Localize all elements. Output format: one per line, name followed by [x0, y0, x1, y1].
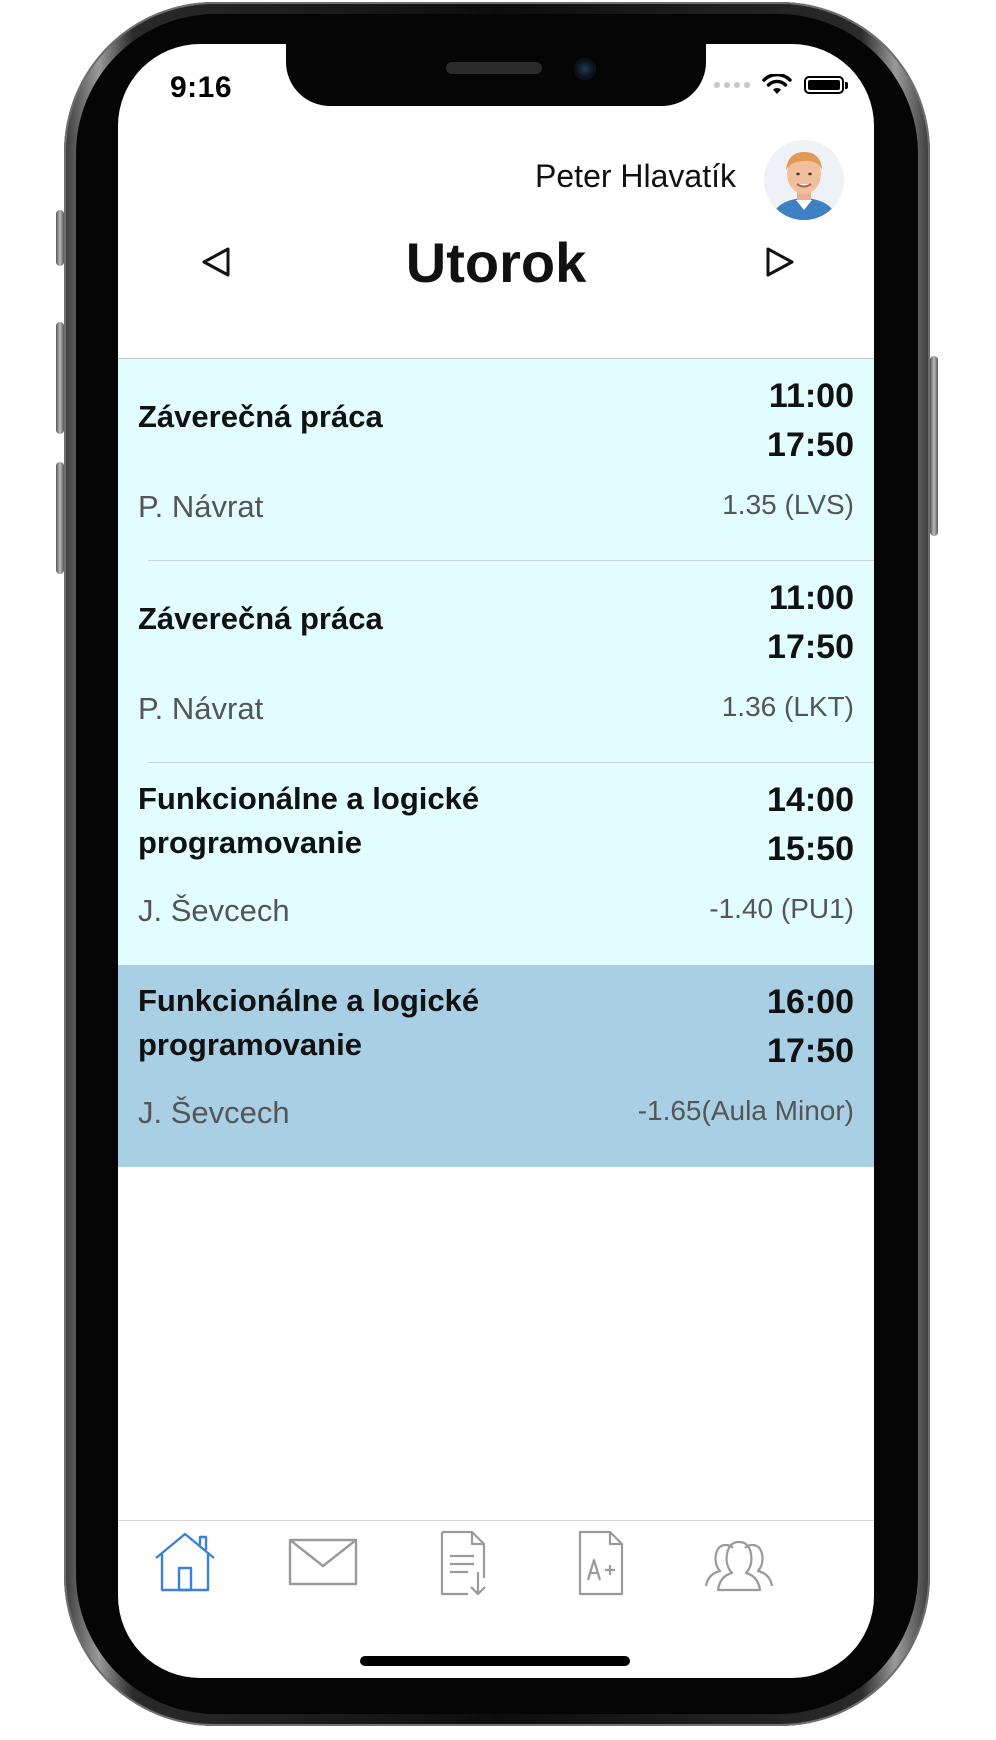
lesson-start-time: 14:00 [767, 781, 854, 819]
tab-people[interactable] [704, 1528, 774, 1598]
lesson-subject: Funkcionálne a logické programovanie [138, 983, 480, 1062]
lesson-row[interactable]: Funkcionálne a logické programovanie 14:… [118, 763, 874, 965]
lesson-room: 1.35 (LVS) [722, 489, 854, 520]
lesson-room: -1.40 (PU1) [709, 893, 854, 924]
front-camera [574, 58, 596, 80]
avatar-image [764, 140, 844, 220]
lesson-row-current[interactable]: Funkcionálne a logické programovanie 16:… [118, 965, 874, 1167]
lesson-row[interactable]: Záverečná práca 11:00 17:50 P. Návrat 1.… [118, 561, 874, 763]
tabbar-divider [118, 1520, 874, 1521]
notch [286, 44, 706, 106]
lesson-end-time: 17:50 [767, 1032, 854, 1070]
next-day-button[interactable] [760, 242, 800, 282]
lesson-end-time: 15:50 [767, 830, 854, 868]
power-button [930, 356, 938, 536]
lesson-subject: Záverečná práca [138, 601, 383, 636]
lesson-subject: Záverečná práca [138, 399, 383, 434]
triangle-right-icon [766, 247, 794, 277]
lesson-room: 1.36 (LKT) [721, 691, 854, 722]
lesson-teacher: J. Ševcech [138, 893, 290, 928]
lesson-start-time: 11:00 [768, 377, 854, 415]
tab-bar [118, 1528, 874, 1608]
tab-grades[interactable] [566, 1528, 636, 1598]
grades-icon [578, 1530, 624, 1596]
lesson-teacher: J. Ševcech [138, 1095, 290, 1130]
document-download-icon [440, 1530, 486, 1596]
mute-switch [56, 210, 64, 266]
lesson-room: -1.65(Aula Minor) [637, 1095, 854, 1126]
lesson-subject: Funkcionálne a logické programovanie [138, 781, 480, 860]
speaker-grille [446, 62, 542, 74]
lesson-end-time: 17:50 [767, 628, 854, 666]
lesson-end-time: 17:50 [767, 426, 854, 464]
avatar[interactable] [764, 140, 844, 220]
app-screen: 9:16 Peter Hlavatík Utorok Záverečná prá… [118, 44, 874, 1678]
volume-up-button [56, 322, 64, 434]
home-indicator[interactable] [360, 1656, 630, 1666]
wifi-icon [762, 74, 792, 94]
lesson-start-time: 16:00 [767, 983, 854, 1021]
lesson-teacher: P. Návrat [138, 691, 264, 726]
status-time: 9:16 [170, 71, 233, 104]
lesson-teacher: P. Návrat [138, 489, 264, 524]
home-icon [155, 1532, 215, 1592]
tab-messages[interactable] [288, 1528, 358, 1598]
status-icons [714, 74, 848, 96]
people-icon [704, 1540, 774, 1592]
tab-documents[interactable] [428, 1528, 498, 1598]
mail-icon [288, 1538, 358, 1586]
tab-home[interactable] [150, 1528, 220, 1598]
cellular-signal-icon [714, 82, 750, 88]
volume-down-button [56, 462, 64, 574]
lesson-start-time: 11:00 [768, 579, 854, 617]
timetable-list: Záverečná práca 11:00 17:50 P. Návrat 1.… [118, 359, 874, 1167]
user-name[interactable]: Peter Hlavatík [535, 158, 736, 195]
lesson-row[interactable]: Záverečná práca 11:00 17:50 P. Návrat 1.… [118, 359, 874, 561]
battery-icon [804, 76, 848, 94]
